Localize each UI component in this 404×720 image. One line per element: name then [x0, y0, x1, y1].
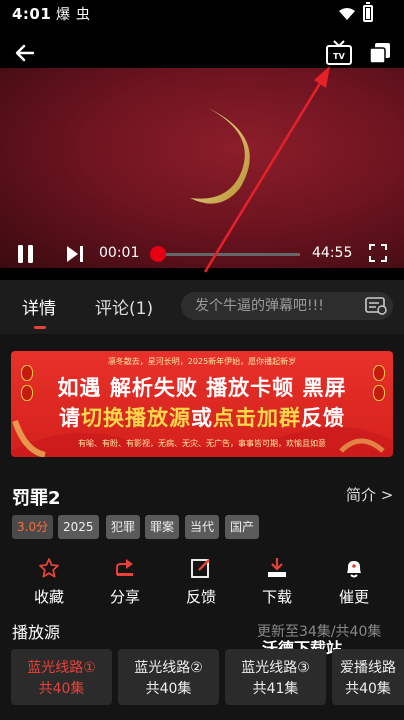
action-bar: 收藏 分享 反馈 下载 催更 — [0, 553, 404, 609]
source-line[interactable]: 蓝光线路① 共40集 — [11, 649, 112, 705]
banner-bottom-text: 有喻、有盼、有影视，无病、无灾、无广告，事事皆可期，欢愉且如意 — [78, 439, 326, 448]
app-notification-icon: 爆 — [56, 7, 70, 23]
duration: 44:55 — [312, 245, 353, 261]
status-time: 4:01 — [12, 5, 52, 23]
bell-icon — [347, 561, 361, 578]
next-icon[interactable] — [65, 244, 85, 264]
tab-comments[interactable]: 评论(1) — [95, 294, 153, 319]
source-line-count: 共41集 — [252, 681, 299, 697]
player-controls: 00:01 44:55 — [0, 236, 404, 272]
video-moon-graphic — [190, 108, 250, 204]
edit-icon — [191, 559, 210, 578]
app-notification-icon: 虫 — [76, 7, 90, 23]
tab-details[interactable]: 详情 — [22, 294, 56, 319]
banner-line-2: 请切换播放源或点击加群反馈 — [59, 406, 345, 430]
source-line[interactable]: 蓝光线路③ 共41集 — [225, 649, 326, 705]
progress-knob[interactable] — [150, 246, 166, 262]
tv-icon[interactable]: TV — [325, 40, 353, 66]
remind-update-label: 催更 — [338, 588, 369, 606]
svg-text:TV: TV — [333, 52, 345, 61]
source-line-name: 蓝光线路③ — [241, 660, 310, 676]
detail-content: 凛冬散去，星河长明，2025新年伊始，愿你播起新岁 如遇 解析失败 播放卡顿 黑… — [0, 334, 404, 720]
progress-track[interactable] — [157, 253, 300, 256]
tag[interactable]: 当代 — [185, 515, 220, 539]
video-player[interactable]: TV 00:01 44:55 — [0, 30, 404, 280]
remind-update-button[interactable]: 催更 — [319, 553, 389, 609]
wifi-icon — [339, 8, 355, 20]
download-icon — [268, 558, 286, 577]
arrow-left-icon[interactable] — [12, 40, 38, 66]
share-label: 分享 — [109, 588, 140, 606]
danmaku-input[interactable] — [195, 296, 355, 316]
banner-top-text: 凛冬散去，星河长明，2025新年伊始，愿你播起新岁 — [107, 357, 297, 366]
danmaku-settings-icon[interactable] — [365, 297, 387, 315]
tab-indicator — [34, 326, 46, 329]
show-title: 罚罪2 — [12, 488, 61, 509]
share-icon — [116, 559, 133, 576]
source-lines: 蓝光线路① 共40集 蓝光线路② 共40集 蓝光线路③ 共41集 爱播线路 共4… — [0, 649, 404, 707]
tag[interactable]: 国产 — [225, 515, 260, 539]
source-line[interactable]: 爱播线路 共40集 — [332, 649, 404, 705]
source-line-count: 共40集 — [145, 681, 192, 697]
status-bar: 4:01 爆 虫 — [0, 0, 404, 30]
score-tag: 3.0分 — [12, 515, 54, 539]
feedback-label: 反馈 — [185, 588, 216, 606]
star-icon — [39, 558, 59, 578]
favorite-label: 收藏 — [33, 588, 64, 606]
favorite-button[interactable]: 收藏 — [14, 553, 84, 609]
tag[interactable]: 罪案 — [145, 515, 180, 539]
feedback-button[interactable]: 反馈 — [166, 553, 236, 609]
source-line-name: 爱播线路 — [340, 660, 396, 676]
danmaku-box[interactable] — [181, 292, 393, 320]
notice-banner[interactable]: 凛冬散去，星河长明，2025新年伊始，愿你播起新岁 如遇 解析失败 播放卡顿 黑… — [11, 351, 393, 457]
battery-icon — [363, 2, 373, 22]
banner-line-1: 如遇 解析失败 播放卡顿 黑屏 — [57, 376, 347, 400]
pause-icon[interactable] — [16, 244, 36, 264]
source-line[interactable]: 蓝光线路② 共40集 — [118, 649, 219, 705]
tag[interactable]: 2025 — [58, 515, 99, 539]
detail-tabs: 详情 评论(1) — [0, 280, 404, 334]
download-label: 下载 — [261, 588, 292, 606]
share-button[interactable]: 分享 — [90, 553, 160, 609]
tag[interactable]: 犯罪 — [106, 515, 141, 539]
source-line-count: 共40集 — [38, 681, 85, 697]
sources-heading: 播放源 — [12, 623, 61, 642]
intro-link[interactable]: 简介 > — [346, 484, 393, 505]
source-line-count: 共40集 — [345, 681, 391, 697]
fullscreen-icon[interactable] — [369, 244, 387, 262]
source-line-name: 蓝光线路② — [134, 660, 203, 676]
copy-icon[interactable] — [369, 42, 391, 64]
current-time: 00:01 — [99, 245, 140, 261]
download-button[interactable]: 下载 — [242, 553, 312, 609]
source-line-name: 蓝光线路① — [27, 660, 96, 676]
